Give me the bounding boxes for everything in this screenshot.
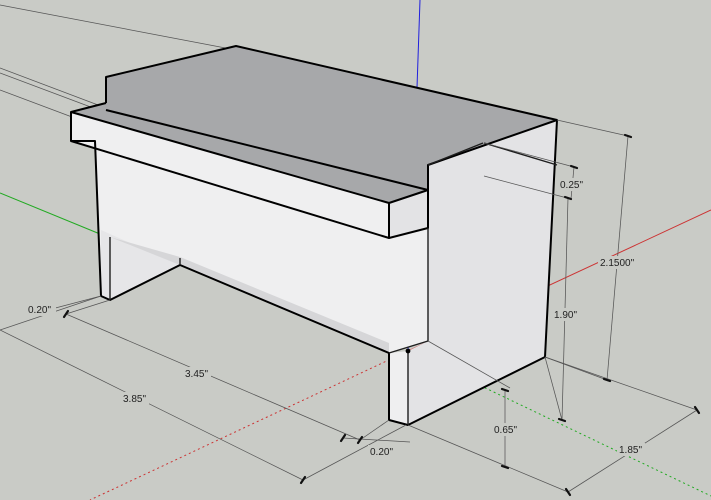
dim-tick (500, 387, 510, 393)
dim-tick (299, 475, 307, 485)
box-model[interactable] (70, 45, 558, 426)
guide-line (0, 4, 237, 51)
dim-line-depth (407, 424, 569, 493)
dim-line-inner-length (65, 313, 361, 441)
dim-tick (623, 133, 633, 139)
model-canvas[interactable]: 0.20" 3.45" 3.85" 0.20" 0.65" 1.85" 1.90… (0, 0, 711, 500)
dimension-depth[interactable]: 1.85" (619, 445, 642, 456)
guide-line (0, 67, 107, 109)
right-face[interactable] (408, 120, 557, 425)
extension-line (556, 119, 629, 137)
extension-line (544, 356, 563, 421)
extension-line (544, 356, 698, 411)
extension-line (359, 419, 390, 441)
dimension-left-wall[interactable]: 0.20" (28, 305, 51, 316)
extension-line (65, 299, 111, 315)
dimension-overall-length[interactable]: 3.85" (123, 394, 146, 405)
green-axis (0, 192, 101, 235)
dimension-leg-height[interactable]: 0.65" (494, 425, 517, 436)
dimension-total-height[interactable]: 2.1500" (600, 258, 635, 269)
dimension-inner-length[interactable]: 3.45" (185, 369, 208, 380)
dimension-wall-height[interactable]: 1.90" (554, 310, 577, 321)
dim-tick (693, 405, 701, 415)
red-axis-dotted (89, 350, 409, 500)
right-leg-face[interactable] (389, 351, 408, 425)
dimension-right-wall[interactable]: 0.20" (370, 447, 393, 458)
dim-tick (356, 435, 364, 445)
extension-line (544, 356, 608, 381)
dim-tick (564, 487, 572, 497)
dim-line-overall-length (0, 329, 304, 481)
sketchup-viewport[interactable]: 0.20" 3.45" 3.85" 0.20" 0.65" 1.85" 1.90… (0, 0, 711, 500)
dim-tick (557, 417, 567, 423)
guide-line (0, 72, 105, 113)
origin-icon (405, 348, 411, 354)
dim-tick (62, 309, 70, 319)
dim-line-right-wall (342, 437, 411, 443)
dim-tick (563, 195, 573, 201)
dimension-lid-thickness[interactable]: 0.25" (560, 180, 583, 191)
dim-tick (569, 164, 579, 170)
guide-line (0, 89, 73, 118)
